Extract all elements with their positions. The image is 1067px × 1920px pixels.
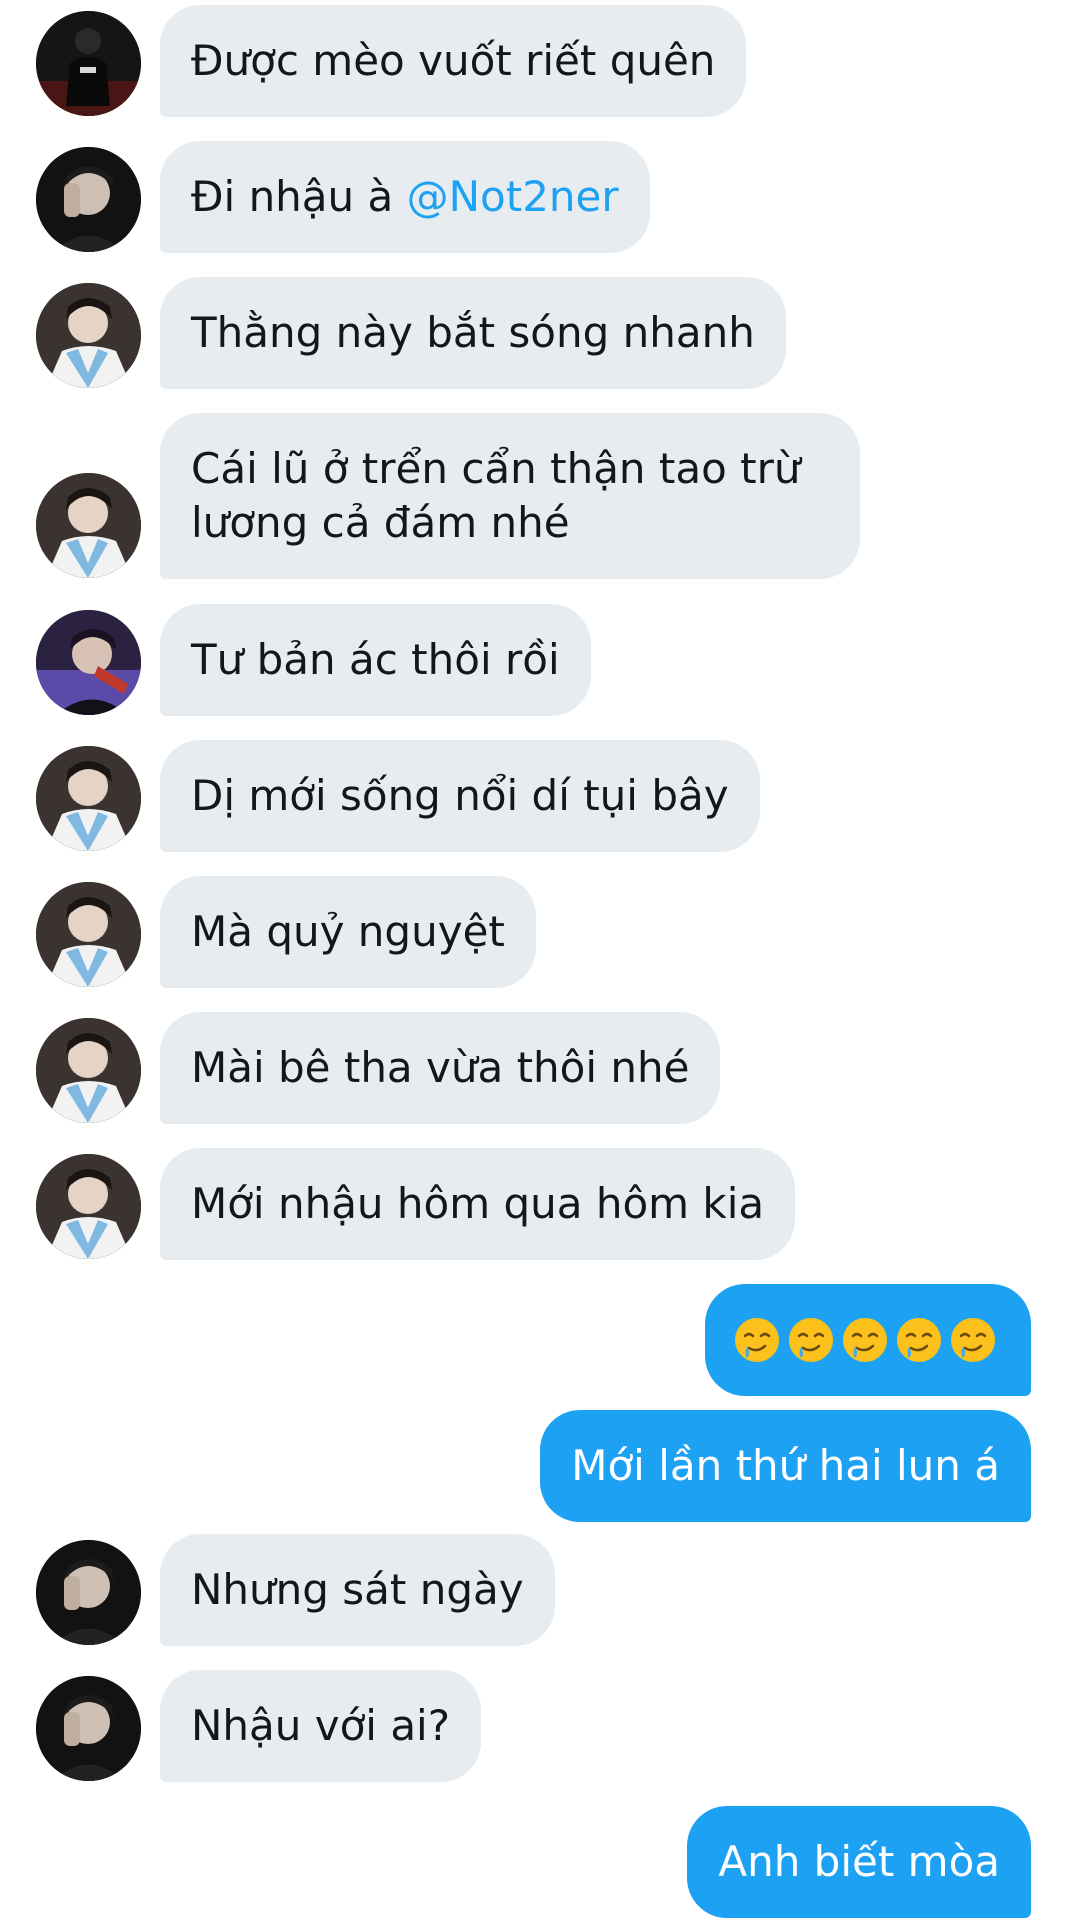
avatar-user-hand-icon <box>36 147 141 252</box>
message-bubble[interactable]: Thằng này bắt sóng nhanh <box>160 277 786 389</box>
message-text: Anh biết mòa <box>718 1837 1000 1886</box>
drooling-face-emoji-icon <box>735 1318 779 1362</box>
avatar-user-blue-icon <box>36 1018 141 1123</box>
message-text: Dị mới sống nổi dí tụi bây <box>191 771 729 820</box>
avatar[interactable] <box>36 882 141 987</box>
avatar[interactable] <box>36 473 141 578</box>
message-text: Mới nhậu hôm qua hôm kia <box>191 1179 765 1228</box>
message-text-line: lương cả đám nhé <box>191 498 570 547</box>
drooling-face-emoji-icon <box>789 1318 833 1362</box>
message-bubble[interactable]: Mới nhậu hôm qua hôm kia <box>160 1148 796 1260</box>
emoji-group <box>733 1313 1003 1367</box>
message-thread: Được mèo vuốt riết quên Đi nhậu à @Not2n… <box>0 0 1067 1920</box>
message-bubble-outgoing[interactable] <box>705 1284 1031 1396</box>
avatar[interactable] <box>36 610 141 715</box>
message-bubble[interactable]: Nhậu với ai? <box>160 1670 482 1782</box>
drooling-face-emoji-icon <box>843 1318 887 1362</box>
avatar-user-blue-icon <box>36 882 141 987</box>
message-bubble[interactable]: Tư bản ác thôi rồi <box>160 604 591 716</box>
message-text-line: Cái lũ ở trển cẩn thận tao trừ <box>191 444 801 493</box>
message-text: Tư bản ác thôi rồi <box>191 635 560 684</box>
message-bubble[interactable]: Đi nhậu à @Not2ner <box>160 141 650 253</box>
avatar-user-hand-icon <box>36 1676 141 1781</box>
drooling-face-emoji-icon <box>897 1318 941 1362</box>
message-text: Nhưng sát ngày <box>191 1565 524 1614</box>
message-bubble-outgoing[interactable]: Anh biết mòa <box>687 1806 1031 1918</box>
avatar-user-blue-icon <box>36 1154 141 1259</box>
message-bubble-outgoing[interactable]: Mới lần thứ hai lun á <box>540 1410 1031 1522</box>
message-text: Mà quỷ nguyệt <box>191 907 505 956</box>
avatar[interactable] <box>36 1018 141 1123</box>
avatar-user-blue-icon <box>36 473 141 578</box>
message-text: Được mèo vuốt riết quên <box>191 36 716 85</box>
avatar-user-blue-icon <box>36 746 141 851</box>
message-text: Nhậu với ai? <box>191 1701 451 1750</box>
avatar[interactable] <box>36 1540 141 1645</box>
avatar[interactable] <box>36 1154 141 1259</box>
message-text: Mới lần thứ hai lun á <box>571 1441 1000 1490</box>
avatar-user-blue-icon <box>36 283 141 388</box>
drooling-face-emoji-icon <box>951 1318 995 1362</box>
avatar[interactable] <box>36 11 141 116</box>
avatar[interactable] <box>36 283 141 388</box>
message-bubble[interactable]: Cái lũ ở trển cẩn thận tao trừ lương cả … <box>160 413 860 579</box>
message-bubble[interactable]: Dị mới sống nổi dí tụi bây <box>160 740 760 852</box>
message-bubble[interactable]: Nhưng sát ngày <box>160 1534 555 1646</box>
avatar[interactable] <box>36 147 141 252</box>
mention-link[interactable]: @Not2ner <box>407 172 619 221</box>
message-text: Mài bê tha vừa thôi nhé <box>191 1043 690 1092</box>
avatar[interactable] <box>36 746 141 851</box>
message-bubble[interactable]: Mài bê tha vừa thôi nhé <box>160 1012 721 1124</box>
avatar-user-purple-icon <box>36 610 141 715</box>
avatar-user-dark-icon <box>36 11 141 116</box>
message-text: Thằng này bắt sóng nhanh <box>191 308 755 357</box>
message-bubble[interactable]: Mà quỷ nguyệt <box>160 876 536 988</box>
avatar[interactable] <box>36 1676 141 1781</box>
avatar-user-hand-icon <box>36 1540 141 1645</box>
message-bubble[interactable]: Được mèo vuốt riết quên <box>160 5 747 117</box>
message-text: Đi nhậu à <box>191 172 407 221</box>
